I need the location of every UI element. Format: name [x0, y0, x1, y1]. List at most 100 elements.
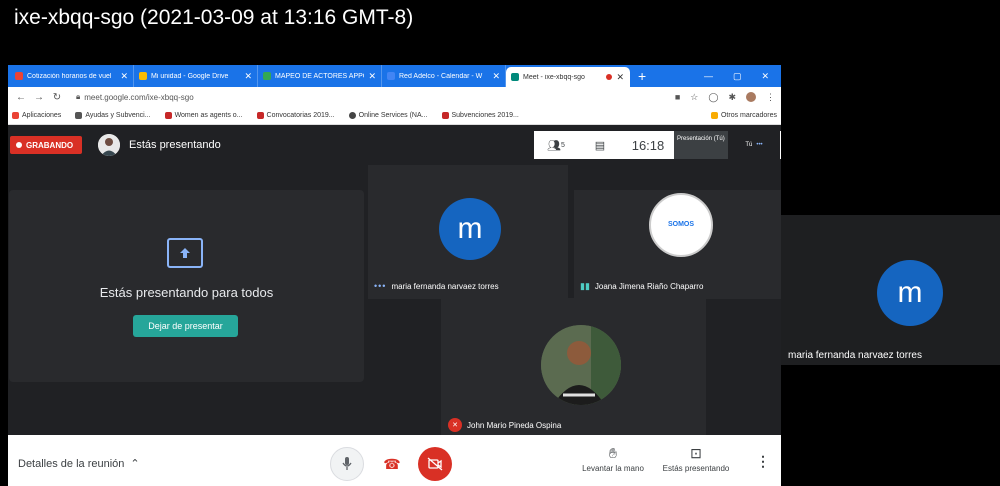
hand-icon: ✋︎	[609, 445, 617, 461]
close-icon[interactable]: ✕	[368, 71, 376, 82]
presenting-status: Estás presentando	[129, 139, 221, 151]
meeting-details-button[interactable]: Detalles de la reunión ⌃	[18, 457, 140, 471]
participant-name-text: John Mario Pineda Ospina	[467, 420, 562, 430]
stop-presenting-button[interactable]: Dejar de presentar	[133, 315, 238, 337]
presentation-thumbnail-label: Presentación (Tú)	[677, 136, 725, 142]
extension-icon[interactable]: ◯	[708, 92, 718, 103]
audio-wave-icon: ▮▮	[580, 281, 590, 291]
bookmark-subvenciones[interactable]: Subvenciones 2019...	[441, 112, 519, 119]
participants-button[interactable]: 👥︎ 5	[534, 139, 578, 152]
recording-dot-icon	[606, 74, 613, 80]
drive-icon	[139, 72, 147, 80]
bookmark-favicon-icon	[256, 112, 264, 119]
maximize-icon[interactable]: ▢	[733, 71, 742, 82]
bookmark-label: Online Services (NA...	[358, 112, 428, 119]
folder-icon	[710, 112, 718, 119]
bookmark-label: Otros marcadores	[720, 112, 777, 119]
raise-hand-button[interactable]: ✋︎ Levantar la mano	[578, 445, 648, 473]
puzzle-icon[interactable]: ✱	[728, 92, 736, 103]
forward-icon[interactable]: →	[32, 92, 46, 103]
new-tab-button[interactable]: +	[630, 65, 654, 87]
bookmark-favicon-icon	[75, 112, 83, 119]
tab-cotizacion[interactable]: Cotización horarios de vuel ✕	[10, 65, 134, 87]
hang-up-button[interactable]: ☎︎	[375, 447, 409, 481]
tab-calendar[interactable]: Red Adelco - Calendar - W ✕	[382, 65, 506, 87]
bookmark-label: Women as agents o...	[174, 112, 243, 119]
presentation-thumbnail[interactable]: Presentación (Tú)	[674, 131, 728, 159]
raise-hand-label: Levantar la mano	[582, 464, 644, 473]
meet-bottom-bar: Detalles de la reunión ⌃ ☎︎ ✋︎ Levantar …	[8, 435, 781, 486]
camera-off-button[interactable]	[418, 447, 452, 481]
record-icon	[16, 142, 22, 148]
lock-icon: 🔒︎	[76, 92, 81, 101]
participant-name-text: maria fernanda narvaez torres	[391, 281, 499, 291]
participant-name: ✕ John Mario Pineda Ospina	[448, 418, 561, 432]
close-window-icon[interactable]: ✕	[761, 71, 769, 82]
arrow-up-icon	[180, 248, 190, 258]
star-icon[interactable]: ☆	[690, 92, 698, 103]
minimize-icon[interactable]: —	[704, 71, 713, 81]
microphone-button[interactable]	[330, 447, 364, 481]
close-icon[interactable]: ✕	[616, 72, 624, 83]
now-presenting-button[interactable]: ⊡ Estás presentando	[661, 445, 731, 473]
presenting-card: Estás presentando para todos Dejar de pr…	[9, 190, 364, 382]
more-options-icon[interactable]: ⋮	[756, 453, 770, 470]
participant-name: ••• maria fernanda narvaez torres	[374, 281, 499, 291]
presenting-to-all-text: Estás presentando para todos	[99, 285, 274, 300]
participant-name: maria fernanda narvaez torres	[788, 350, 922, 361]
meet-top-panel: 👥︎ 5 ▤ 16:18 Presentación (Tú) Tú •••	[534, 131, 781, 159]
back-icon[interactable]: ←	[14, 92, 28, 103]
side-participant-tile[interactable]: m maria fernanda narvaez torres	[781, 215, 1000, 365]
bookmark-online-services[interactable]: Online Services (NA...	[348, 112, 428, 119]
self-thumbnail[interactable]: Tú •••	[728, 131, 780, 159]
meeting-details-label: Detalles de la reunión	[18, 457, 125, 470]
person-photo-icon	[541, 325, 621, 405]
mic-off-icon: ✕	[448, 418, 462, 432]
maple-leaf-icon	[164, 112, 172, 119]
url-field[interactable]: 🔒︎ meet.google.com/ixe-xbqq-sgo	[76, 92, 194, 102]
close-icon[interactable]: ✕	[244, 71, 252, 82]
tab-label: MAPEO DE ACTORES APPC	[275, 72, 365, 80]
avatar-initial: m	[439, 198, 501, 260]
tab-label: Red Adelco - Calendar - W	[399, 72, 483, 80]
bookmark-women[interactable]: Women as agents o...	[164, 112, 243, 119]
somos-logo: SOMOS	[649, 193, 713, 257]
tab-meet[interactable]: Meet - ixe-xbqq-sgo ✕	[506, 67, 630, 87]
bookmark-ayudas[interactable]: Ayudas y Subvenci...	[75, 112, 151, 119]
tab-mapeo[interactable]: MAPEO DE ACTORES APPC ✕	[258, 65, 382, 87]
sheets-icon	[263, 72, 271, 80]
clock: 16:18	[631, 137, 665, 153]
bookmark-label: Subvenciones 2019...	[451, 112, 519, 119]
tab-strip: Cotización horarios de vuel ✕ Mi unidad …	[8, 65, 781, 87]
apps-grid-icon	[12, 112, 19, 119]
bookmark-convocatorias[interactable]: Convocatorias 2019...	[256, 112, 335, 119]
tab-label: Mi unidad - Google Drive	[151, 72, 229, 80]
hang-up-icon: ☎︎	[383, 455, 401, 472]
bookmark-favicon-icon	[441, 112, 449, 119]
bookmark-label: Ayudas y Subvenci...	[85, 112, 151, 119]
kebab-menu-icon[interactable]: ⋮	[766, 92, 775, 103]
chat-button[interactable]: ▤	[578, 139, 622, 152]
screen: ixe-xbqq-sgo (2021-03-09 at 13:16 GMT-8)…	[0, 0, 1000, 486]
bookmark-label: Aplicaciones	[22, 112, 62, 119]
recording-title: ixe-xbqq-sgo (2021-03-09 at 13:16 GMT-8)	[14, 6, 414, 29]
meet-icon	[511, 73, 519, 81]
microphone-icon	[342, 457, 352, 470]
tab-drive[interactable]: Mi unidad - Google Drive ✕	[134, 65, 258, 87]
close-icon[interactable]: ✕	[492, 71, 500, 82]
participant-name-text: Joana Jimena Riaño Chaparro	[594, 282, 704, 291]
avatar-initial: m	[877, 260, 943, 326]
speaking-dots-icon: •••	[374, 281, 387, 291]
calendar-icon	[387, 72, 395, 80]
close-icon[interactable]: ✕	[120, 71, 128, 82]
tab-label: Cotización horarios de vuel	[27, 72, 112, 80]
chat-icon: ▤	[594, 139, 606, 152]
reload-icon[interactable]: ↻	[50, 92, 64, 103]
participants-count: 5	[561, 141, 565, 149]
more-dots-icon: •••	[756, 142, 763, 148]
bookmark-other[interactable]: Otros marcadores	[710, 112, 777, 119]
camera-icon[interactable]: ■	[675, 92, 680, 102]
camera-off-icon	[427, 457, 443, 471]
bookmark-apps[interactable]: Aplicaciones	[12, 112, 61, 119]
profile-avatar[interactable]	[746, 92, 756, 102]
